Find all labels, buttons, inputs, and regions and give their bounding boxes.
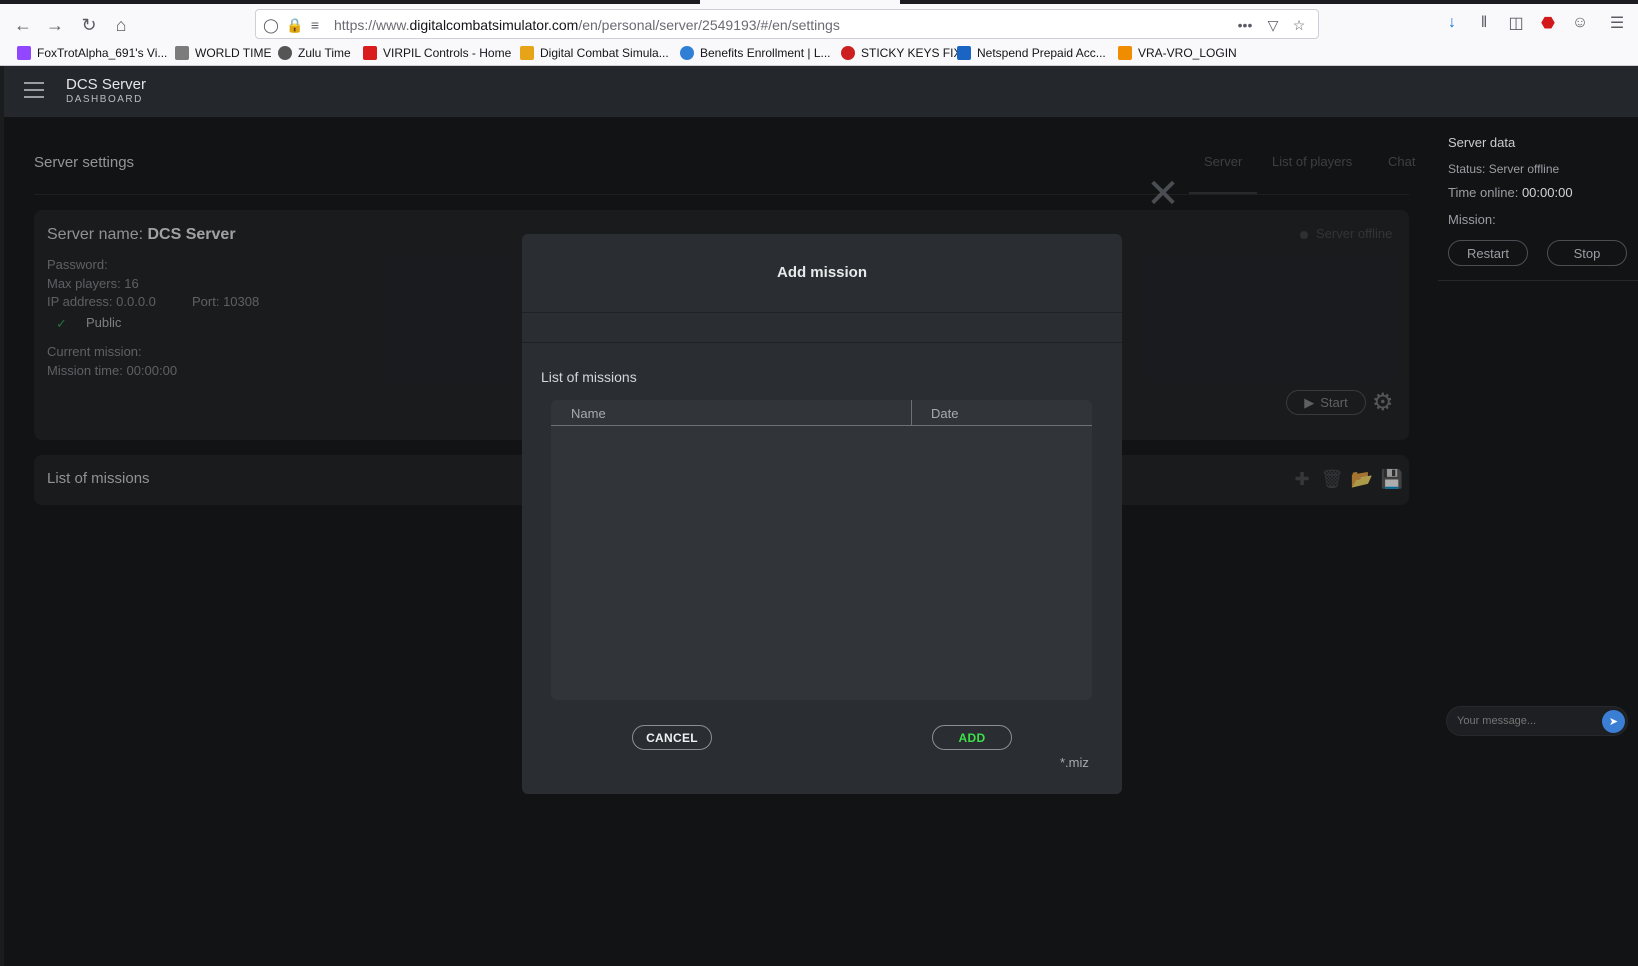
chat-message-input[interactable] bbox=[1446, 706, 1628, 736]
bookmark-item[interactable]: Digital Combat Simula... bbox=[520, 46, 669, 60]
bookmark-favicon-icon bbox=[175, 46, 189, 60]
bookmark-item[interactable]: VRA-VRO_LOGIN bbox=[1118, 46, 1237, 60]
home-icon[interactable]: ⌂ bbox=[108, 12, 134, 38]
menu-icon[interactable]: ☰ bbox=[1606, 12, 1628, 34]
account-icon[interactable]: ☺ bbox=[1569, 12, 1591, 34]
forward-icon[interactable]: → bbox=[42, 12, 68, 38]
add-mission-modal: Add mission List of missions Name Date C… bbox=[522, 234, 1122, 794]
bookmark-item[interactable]: Netspend Prepaid Acc... bbox=[957, 46, 1106, 60]
bookmark-favicon-icon bbox=[363, 46, 377, 60]
browser-chrome: ← → ↻ ⌂ ◯ 🔒 ≡ https://www.digitalcombats… bbox=[0, 0, 1638, 66]
lock-icon[interactable]: 🔒 bbox=[286, 16, 304, 34]
bookmark-favicon-icon bbox=[1118, 46, 1132, 60]
more-actions-icon[interactable]: ••• bbox=[1236, 16, 1254, 34]
bookmark-star-icon[interactable]: ☆ bbox=[1290, 16, 1308, 34]
file-extension-hint: *.miz bbox=[1060, 755, 1089, 770]
stop-button[interactable]: Stop bbox=[1547, 240, 1627, 266]
app-header: DCS Server DASHBOARD bbox=[4, 66, 1638, 117]
bookmark-item[interactable]: VIRPIL Controls - Home bbox=[363, 46, 511, 60]
modal-title: Add mission bbox=[776, 264, 867, 281]
add-button[interactable]: ADD bbox=[932, 725, 1012, 750]
downloads-icon[interactable]: ↓ bbox=[1441, 12, 1463, 34]
cancel-button[interactable]: CANCEL bbox=[632, 725, 712, 750]
sidebar-time-online: Time online: 00:00:00 bbox=[1448, 185, 1573, 200]
url-text: https://www.digitalcombatsimulator.com/e… bbox=[334, 17, 840, 33]
adblock-icon[interactable]: ⬣ bbox=[1537, 12, 1559, 34]
modal-divider bbox=[522, 312, 1122, 313]
close-icon[interactable]: ✕ bbox=[1144, 174, 1182, 214]
bookmark-item[interactable]: WORLD TIME bbox=[175, 46, 271, 60]
bookmark-item[interactable]: FoxTrotAlpha_691's Vi... bbox=[17, 46, 167, 60]
column-separator[interactable] bbox=[911, 400, 912, 425]
send-icon[interactable]: ➤ bbox=[1602, 710, 1625, 733]
bookmark-favicon-icon bbox=[680, 46, 694, 60]
column-header-date[interactable]: Date bbox=[931, 400, 958, 425]
bookmark-favicon-icon bbox=[17, 46, 31, 60]
permissions-icon[interactable]: ≡ bbox=[306, 16, 324, 34]
bookmark-favicon-icon bbox=[520, 46, 534, 60]
bookmark-item[interactable]: Zulu Time bbox=[278, 46, 351, 60]
sidebar-status: Status: Server offline bbox=[1448, 162, 1560, 176]
bookmark-favicon-icon bbox=[278, 46, 292, 60]
sidebar-divider bbox=[1438, 280, 1638, 281]
bookmark-favicon-icon bbox=[841, 46, 855, 60]
bookmark-item[interactable]: STICKY KEYS FIX bbox=[841, 46, 961, 60]
sidebar-title: Server data bbox=[1448, 135, 1516, 150]
column-header-name[interactable]: Name bbox=[571, 400, 606, 425]
reload-icon[interactable]: ↻ bbox=[76, 12, 102, 38]
back-icon[interactable]: ← bbox=[10, 12, 36, 38]
modal-divider bbox=[522, 342, 1122, 343]
sidebar-toggle-icon[interactable]: ◫ bbox=[1505, 12, 1527, 34]
hamburger-menu-icon[interactable] bbox=[24, 82, 44, 98]
app-title: DCS Server bbox=[66, 76, 147, 93]
browser-navbar: ← → ↻ ⌂ ◯ 🔒 ≡ https://www.digitalcombats… bbox=[0, 4, 1638, 44]
bookmark-item[interactable]: Benefits Enrollment | L... bbox=[680, 46, 831, 60]
bookmark-favicon-icon bbox=[957, 46, 971, 60]
server-data-sidebar: Server data Status: Server offline Time … bbox=[1438, 117, 1638, 966]
pocket-icon[interactable]: ▽ bbox=[1264, 16, 1282, 34]
missions-table[interactable]: Name Date bbox=[551, 400, 1092, 700]
table-header-line bbox=[551, 425, 1092, 426]
url-bar[interactable]: ◯ 🔒 ≡ https://www.digitalcombatsimulator… bbox=[255, 9, 1319, 39]
shield-icon[interactable]: ◯ bbox=[262, 16, 280, 34]
bookmarks-bar: FoxTrotAlpha_691's Vi... WORLD TIME Zulu… bbox=[0, 44, 1638, 66]
modal-list-title: List of missions bbox=[541, 369, 637, 385]
library-icon[interactable]: ‖ bbox=[1473, 12, 1495, 34]
restart-button[interactable]: Restart bbox=[1448, 240, 1528, 266]
app-subtitle: DASHBOARD bbox=[66, 94, 143, 105]
sidebar-mission: Mission: bbox=[1448, 212, 1496, 227]
